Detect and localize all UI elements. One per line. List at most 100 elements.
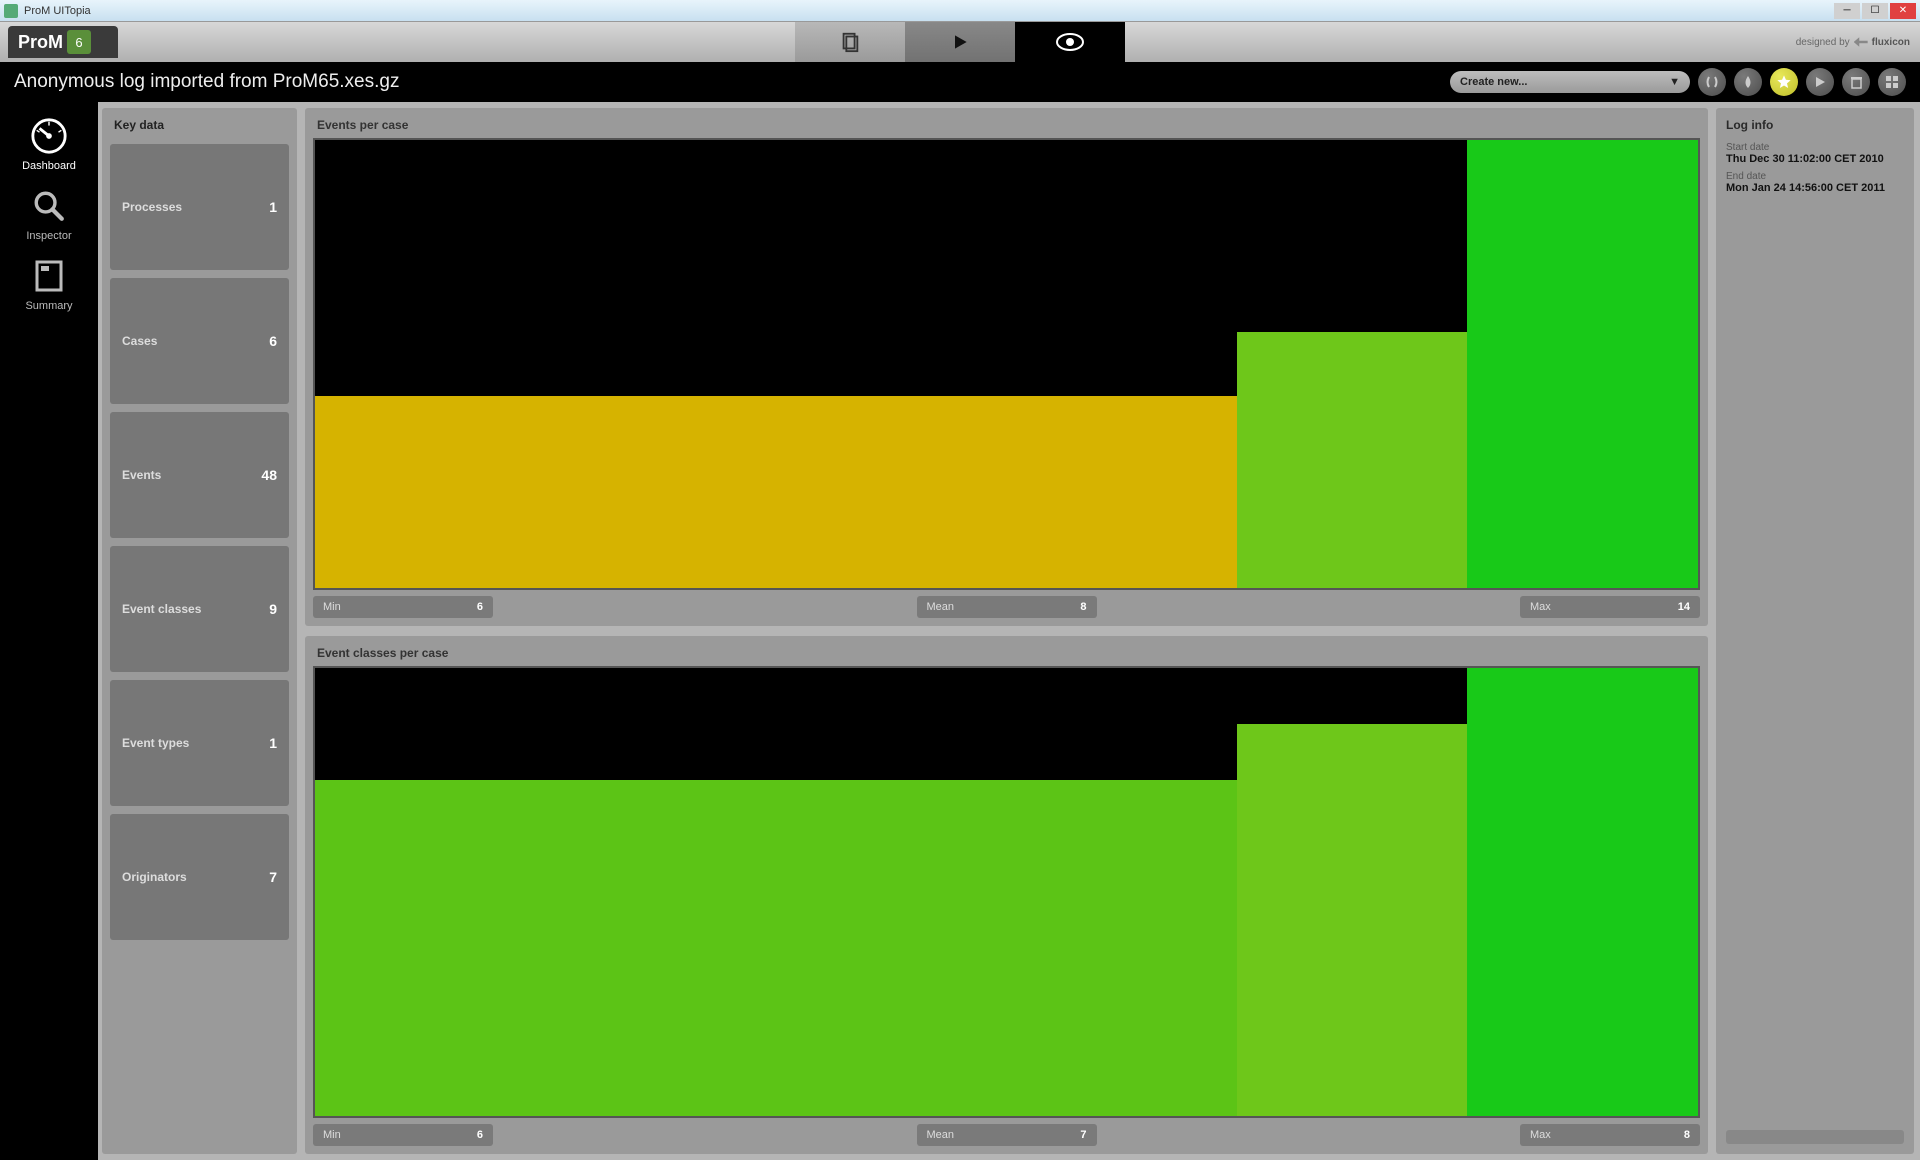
kd-label: Cases bbox=[122, 334, 157, 348]
log-start-value: Thu Dec 30 11:02:00 CET 2010 bbox=[1726, 153, 1904, 165]
chart-bar bbox=[315, 780, 1237, 1116]
stat-value: 8 bbox=[1684, 1129, 1690, 1141]
chart-event-classes-per-case: Event classes per case Min 6 Mean 7 Max … bbox=[305, 636, 1708, 1154]
charts-area: Events per case Min 6 Mean 8 Max 14 Even… bbox=[305, 108, 1708, 1154]
dashboard-icon bbox=[29, 116, 69, 156]
stat-mean: Mean 8 bbox=[917, 596, 1097, 618]
stat-label: Min bbox=[323, 601, 341, 613]
stat-max: Max 8 bbox=[1520, 1124, 1700, 1146]
nav-summary[interactable]: Summary bbox=[9, 256, 89, 312]
stat-label: Min bbox=[323, 1129, 341, 1141]
stat-value: 7 bbox=[1080, 1129, 1086, 1141]
stat-label: Max bbox=[1530, 601, 1551, 613]
kd-value: 1 bbox=[269, 735, 277, 751]
kd-label: Event classes bbox=[122, 602, 201, 616]
drop-button[interactable] bbox=[1734, 68, 1762, 96]
logo-text: ProM bbox=[8, 32, 63, 53]
fluxicon-logo-icon bbox=[1854, 36, 1868, 48]
left-nav: Dashboard Inspector Summary bbox=[0, 102, 98, 1160]
grid-button[interactable] bbox=[1878, 68, 1906, 96]
top-toolbar: ProM 6 designed by fluxicon bbox=[0, 22, 1920, 62]
vendor-name: fluxicon bbox=[1872, 37, 1910, 48]
nav-dashboard-label: Dashboard bbox=[22, 160, 76, 172]
keydata-card-event-classes[interactable]: Event classes 9 bbox=[110, 546, 289, 672]
designed-by-label: designed by bbox=[1796, 37, 1850, 48]
inspector-icon bbox=[29, 186, 69, 226]
stat-value: 6 bbox=[477, 601, 483, 613]
stat-max: Max 14 bbox=[1520, 596, 1700, 618]
log-info-panel: Log info Start date Thu Dec 30 11:02:00 … bbox=[1716, 108, 1914, 1154]
kd-value: 9 bbox=[269, 601, 277, 617]
chart-canvas bbox=[313, 138, 1700, 590]
log-start-label: Start date bbox=[1726, 142, 1904, 153]
stat-value: 6 bbox=[477, 1129, 483, 1141]
stat-min: Min 6 bbox=[313, 596, 493, 618]
run-button[interactable] bbox=[1806, 68, 1834, 96]
kd-value: 48 bbox=[261, 467, 277, 483]
chart-title: Event classes per case bbox=[313, 644, 1700, 666]
kd-value: 6 bbox=[269, 333, 277, 349]
log-info-title: Log info bbox=[1726, 118, 1904, 132]
window-minimize-button[interactable]: ─ bbox=[1834, 3, 1860, 19]
stat-label: Max bbox=[1530, 1129, 1551, 1141]
kd-label: Event types bbox=[122, 736, 189, 750]
main-mode-tabs bbox=[795, 22, 1125, 62]
app-logo: ProM 6 bbox=[8, 26, 118, 58]
nav-inspector[interactable]: Inspector bbox=[9, 186, 89, 242]
stat-value: 8 bbox=[1080, 601, 1086, 613]
keydata-card-processes[interactable]: Processes 1 bbox=[110, 144, 289, 270]
main-area: Dashboard Inspector Summary Key data Pro… bbox=[0, 102, 1920, 1160]
delete-button[interactable] bbox=[1842, 68, 1870, 96]
kd-label: Events bbox=[122, 468, 161, 482]
tab-view[interactable] bbox=[1015, 22, 1125, 62]
chart-bar bbox=[1467, 140, 1698, 588]
chart-bar bbox=[315, 396, 1237, 588]
keydata-panel: Key data Processes 1 Cases 6 Events 48 E… bbox=[102, 108, 297, 1154]
play-icon bbox=[950, 32, 970, 52]
nav-summary-label: Summary bbox=[25, 300, 72, 312]
window-maximize-button[interactable]: ☐ bbox=[1862, 3, 1888, 19]
sub-header: Anonymous log imported from ProM65.xes.g… bbox=[0, 62, 1920, 102]
chart-events-per-case: Events per case Min 6 Mean 8 Max 14 bbox=[305, 108, 1708, 626]
log-end-label: End date bbox=[1726, 171, 1904, 182]
kd-value: 7 bbox=[269, 869, 277, 885]
create-new-dropdown[interactable]: Create new... ▼ bbox=[1450, 71, 1690, 93]
eye-icon bbox=[1056, 33, 1084, 51]
app-icon bbox=[4, 4, 18, 18]
tab-workspace[interactable] bbox=[795, 22, 905, 62]
window-titlebar: ProM UITopia ─ ☐ ✕ bbox=[0, 0, 1920, 22]
keydata-card-cases[interactable]: Cases 6 bbox=[110, 278, 289, 404]
nav-inspector-label: Inspector bbox=[26, 230, 71, 242]
chart-bar bbox=[1467, 668, 1698, 1116]
stat-value: 14 bbox=[1678, 601, 1690, 613]
stat-mean: Mean 7 bbox=[917, 1124, 1097, 1146]
chart-canvas bbox=[313, 666, 1700, 1118]
chevron-down-icon: ▼ bbox=[1669, 76, 1680, 88]
stat-min: Min 6 bbox=[313, 1124, 493, 1146]
keydata-card-originators[interactable]: Originators 7 bbox=[110, 814, 289, 940]
workspace-icon bbox=[839, 31, 861, 53]
chart-bar bbox=[1237, 332, 1468, 588]
logo-version: 6 bbox=[67, 30, 91, 54]
window-title: ProM UITopia bbox=[24, 5, 91, 17]
keydata-title: Key data bbox=[110, 116, 289, 136]
keydata-card-event-types[interactable]: Event types 1 bbox=[110, 680, 289, 806]
kd-label: Originators bbox=[122, 870, 187, 884]
nav-dashboard[interactable]: Dashboard bbox=[9, 116, 89, 172]
kd-value: 1 bbox=[269, 199, 277, 215]
parentheses-button[interactable] bbox=[1698, 68, 1726, 96]
summary-icon bbox=[29, 256, 69, 296]
tab-actions[interactable] bbox=[905, 22, 1015, 62]
keydata-card-events[interactable]: Events 48 bbox=[110, 412, 289, 538]
kd-label: Processes bbox=[122, 200, 182, 214]
stat-label: Mean bbox=[927, 601, 955, 613]
stat-label: Mean bbox=[927, 1129, 955, 1141]
favorite-button[interactable] bbox=[1770, 68, 1798, 96]
log-end-value: Mon Jan 24 14:56:00 CET 2011 bbox=[1726, 182, 1904, 194]
log-info-scrollbar[interactable] bbox=[1726, 1130, 1904, 1144]
vendor-credit: designed by fluxicon bbox=[1796, 36, 1910, 48]
window-close-button[interactable]: ✕ bbox=[1890, 3, 1916, 19]
chart-title: Events per case bbox=[313, 116, 1700, 138]
page-title: Anonymous log imported from ProM65.xes.g… bbox=[14, 71, 399, 93]
chart-bar bbox=[1237, 724, 1468, 1116]
